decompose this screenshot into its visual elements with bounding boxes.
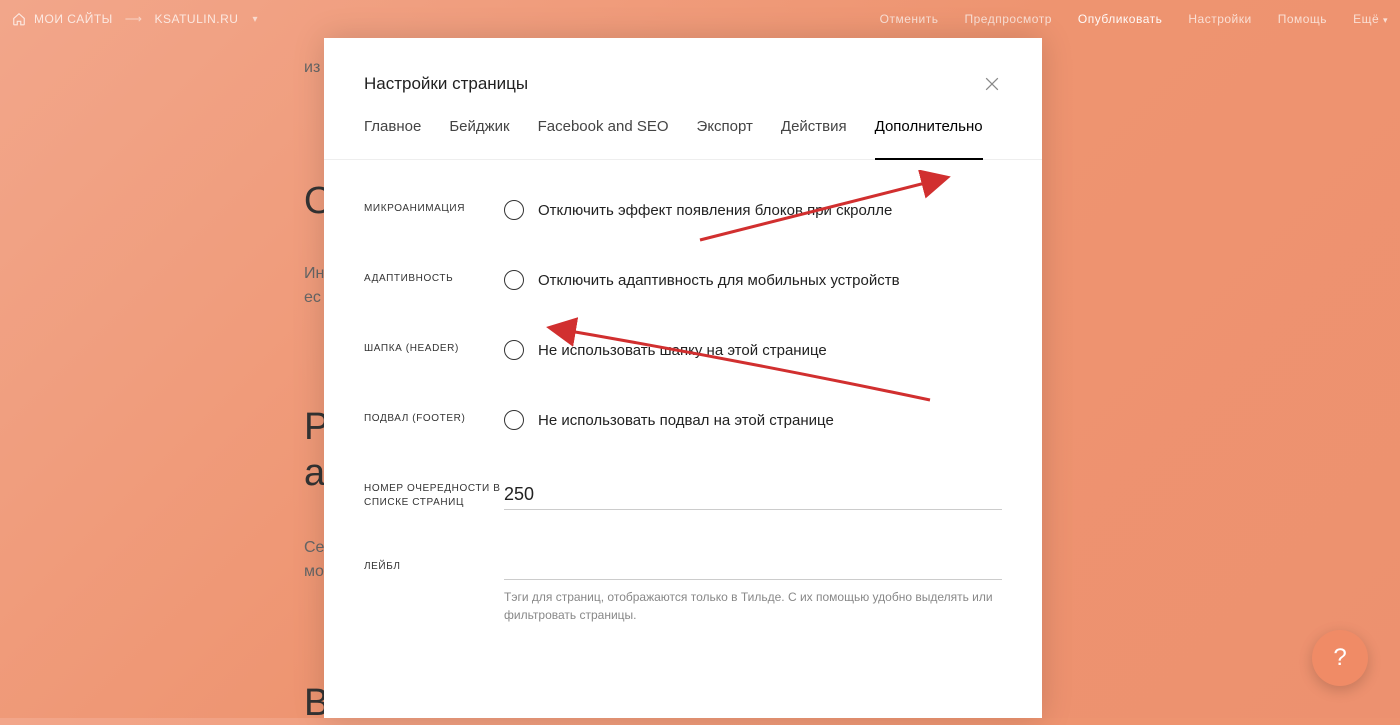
arrow-icon: ⟶ bbox=[125, 12, 143, 26]
label-input[interactable] bbox=[504, 550, 1002, 580]
settings-link[interactable]: Настройки bbox=[1188, 12, 1251, 26]
setting-control: Не использовать шапку на этой странице bbox=[504, 340, 1002, 360]
radio-footer[interactable] bbox=[504, 410, 524, 430]
chevron-down-icon[interactable]: ▾ bbox=[252, 14, 258, 25]
tab-export[interactable]: Экспорт bbox=[697, 118, 753, 145]
setting-control: Отключить эффект появления блоков при ск… bbox=[504, 200, 1002, 220]
help-button[interactable]: ? bbox=[1312, 630, 1368, 686]
tab-additional[interactable]: Дополнительно bbox=[875, 118, 983, 145]
setting-order: НОМЕР ОЧЕРЕДНОСТИ В СПИСКЕ СТРАНИЦ bbox=[364, 480, 1002, 510]
top-bar: МОИ САЙТЫ ⟶ KSATULIN.RU ▾ Отменить Предп… bbox=[0, 0, 1400, 38]
preview-link[interactable]: Предпросмотр bbox=[965, 12, 1052, 26]
setting-control: Отключить адаптивность для мобильных уст… bbox=[504, 270, 1002, 290]
option-text: Не использовать подвал на этой странице bbox=[538, 412, 834, 429]
setting-label: НОМЕР ОЧЕРЕДНОСТИ В СПИСКЕ СТРАНИЦ bbox=[364, 480, 504, 510]
site-name[interactable]: KSATULIN.RU bbox=[154, 12, 238, 26]
tab-main[interactable]: Главное bbox=[364, 118, 421, 145]
option-text: Не использовать шапку на этой странице bbox=[538, 342, 827, 359]
setting-label-field: ЛЕЙБЛ Тэги для страниц, отображаются тол… bbox=[364, 550, 1002, 624]
setting-control: Тэги для страниц, отображаются только в … bbox=[504, 550, 1002, 624]
modal-tabs: Главное Бейджик Facebook and SEO Экспорт… bbox=[324, 118, 1042, 160]
breadcrumb: МОИ САЙТЫ ⟶ KSATULIN.RU ▾ bbox=[12, 12, 258, 26]
page-settings-modal: Настройки страницы Главное Бейджик Faceb… bbox=[324, 38, 1042, 718]
chevron-down-icon: ▾ bbox=[1383, 15, 1388, 25]
more-link[interactable]: Ещё ▾ bbox=[1353, 12, 1388, 26]
my-sites-link[interactable]: МОИ САЙТЫ bbox=[34, 12, 113, 26]
setting-header: ШАПКА (HEADER) Не использовать шапку на … bbox=[364, 340, 1002, 360]
radio-header[interactable] bbox=[504, 340, 524, 360]
setting-label: ПОДВАЛ (FOOTER) bbox=[364, 410, 504, 426]
radio-adaptivity[interactable] bbox=[504, 270, 524, 290]
bg-text: Се bbox=[304, 536, 324, 560]
setting-label: ШАПКА (HEADER) bbox=[364, 340, 504, 356]
setting-control: Не использовать подвал на этой странице bbox=[504, 410, 1002, 430]
bg-text: Ин bbox=[304, 262, 324, 286]
cancel-link[interactable]: Отменить bbox=[880, 12, 939, 26]
bg-text: мо bbox=[304, 560, 324, 584]
setting-label: МИКРОАНИМАЦИЯ bbox=[364, 200, 504, 216]
close-icon[interactable] bbox=[982, 74, 1002, 94]
tab-badge[interactable]: Бейджик bbox=[449, 118, 509, 145]
modal-body: МИКРОАНИМАЦИЯ Отключить эффект появления… bbox=[324, 160, 1042, 624]
setting-label: АДАПТИВНОСТЬ bbox=[364, 270, 504, 286]
radio-microanimation[interactable] bbox=[504, 200, 524, 220]
bg-text: из bbox=[304, 56, 320, 80]
setting-footer: ПОДВАЛ (FOOTER) Не использовать подвал н… bbox=[364, 410, 1002, 430]
option-text: Отключить адаптивность для мобильных уст… bbox=[538, 272, 900, 289]
setting-label: ЛЕЙБЛ bbox=[364, 550, 504, 574]
publish-link[interactable]: Опубликовать bbox=[1078, 12, 1162, 26]
modal-header: Настройки страницы bbox=[324, 38, 1042, 118]
help-link[interactable]: Помощь bbox=[1278, 12, 1327, 26]
setting-control bbox=[504, 480, 1002, 510]
tab-seo[interactable]: Facebook and SEO bbox=[538, 118, 669, 145]
setting-microanimation: МИКРОАНИМАЦИЯ Отключить эффект появления… bbox=[364, 200, 1002, 220]
order-input[interactable] bbox=[504, 480, 1002, 510]
setting-adaptivity: АДАПТИВНОСТЬ Отключить адаптивность для … bbox=[364, 270, 1002, 290]
topbar-actions: Отменить Предпросмотр Опубликовать Настр… bbox=[880, 12, 1388, 26]
home-icon[interactable] bbox=[12, 12, 26, 26]
hint-text: Тэги для страниц, отображаются только в … bbox=[504, 588, 1002, 624]
option-text: Отключить эффект появления блоков при ск… bbox=[538, 202, 892, 219]
tab-actions[interactable]: Действия bbox=[781, 118, 847, 145]
modal-title: Настройки страницы bbox=[364, 74, 528, 94]
bg-text: ес bbox=[304, 286, 321, 310]
